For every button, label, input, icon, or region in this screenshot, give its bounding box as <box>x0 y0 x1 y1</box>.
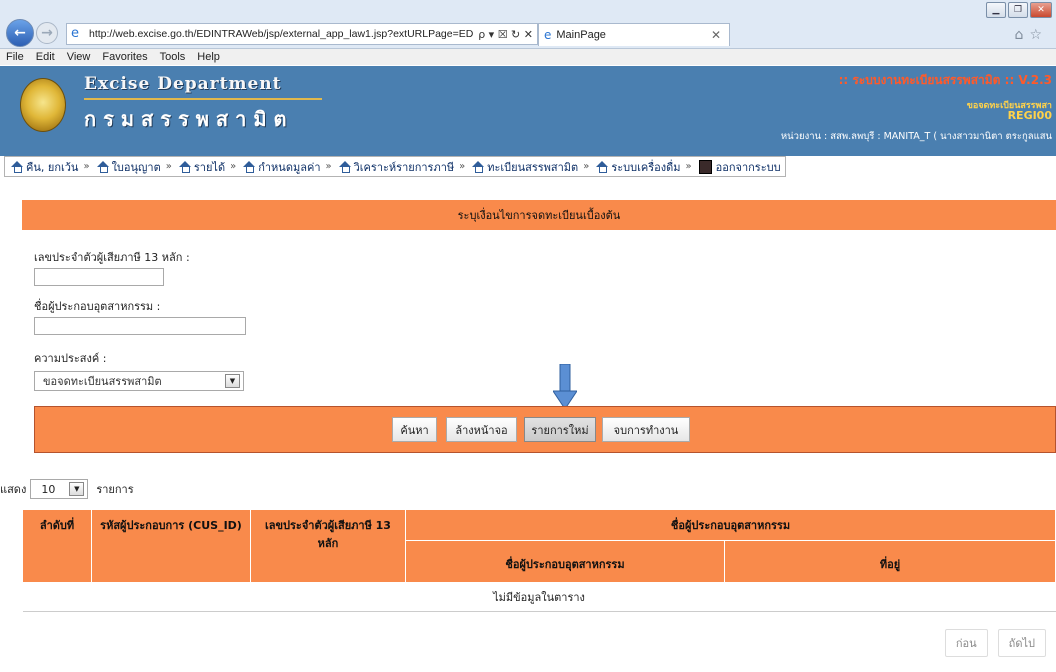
nav-label: ใบอนุญาต <box>111 160 161 174</box>
favorites-star-icon[interactable]: ☆ <box>1029 27 1048 43</box>
prev-page-button[interactable]: ก่อน <box>944 629 988 657</box>
home-icon[interactable]: ⌂ <box>1015 27 1030 43</box>
browser-tab[interactable]: e MainPage ✕ <box>538 23 730 46</box>
home-icon <box>96 160 109 173</box>
site-header: Excise Department กรมสรรพสามิต :: ระบบงา… <box>0 66 1056 156</box>
excise-seal-logo <box>20 78 66 132</box>
menu-view[interactable]: View <box>61 51 97 63</box>
operator-input[interactable] <box>34 317 246 335</box>
col-tax-id[interactable]: เลขประจำตัวผู้เสียภาษี 13 หลัก <box>250 509 406 583</box>
menu-help[interactable]: Help <box>191 51 226 63</box>
home-icon <box>338 160 351 173</box>
back-icon[interactable]: ← <box>6 19 34 47</box>
menu-favorites[interactable]: Favorites <box>96 51 153 63</box>
chevron-down-icon[interactable]: ▼ <box>69 482 85 496</box>
home-icon <box>178 160 191 173</box>
purpose-value: ขอจดทะเบียนสรรพสามิต <box>43 375 162 388</box>
nav-refund[interactable]: คืน, ยกเว้น <box>9 158 78 176</box>
ie-icon: e <box>71 26 79 41</box>
home-icon <box>596 160 609 173</box>
purpose-select[interactable]: ขอจดทะเบียนสรรพสามิต ▼ <box>34 371 244 391</box>
menu-tools[interactable]: Tools <box>154 51 192 63</box>
user-info: หน่วยงาน : สสพ.ลพบุรี : MANITA_T ( นางสา… <box>780 131 1052 142</box>
page-length-select[interactable]: 10 ▼ <box>30 479 89 499</box>
nav-label: ทะเบียนสรรพสามิต <box>487 160 579 174</box>
search-button[interactable]: ค้นหา <box>392 417 437 442</box>
col-operator-name[interactable]: ชื่อผู้ประกอบอุตสาหกรรม <box>405 539 725 584</box>
tab-title: MainPage <box>556 29 606 41</box>
nav-valuation[interactable]: กำหนดมูลค่า <box>241 158 321 176</box>
system-code: REGI00 <box>1007 109 1052 122</box>
home-icon <box>11 160 23 173</box>
nav-logout[interactable]: ออกจากระบบ <box>697 158 781 176</box>
nav-beverage[interactable]: ระบบเครื่องดื่ม <box>594 158 681 176</box>
col-seq[interactable]: ลำดับที่ <box>22 509 92 583</box>
col-operator-group: ชื่อผู้ประกอบอุตสาหกรรม <box>405 509 1056 541</box>
nav-tax-analysis[interactable]: วิเคราะห์รายการภาษี <box>337 158 455 176</box>
restore-icon[interactable]: ❐ <box>1008 2 1028 18</box>
arrow-down-icon <box>553 364 577 410</box>
brand-divider <box>84 98 322 100</box>
system-title: :: ระบบงานทะเบียนสรรพสามิต :: V.2.3 <box>838 73 1052 87</box>
close-window-icon[interactable]: ✕ <box>1030 2 1052 18</box>
purpose-label: ความประสงค์ : <box>34 352 107 365</box>
nav-registration[interactable]: ทะเบียนสรรพสามิต <box>470 158 578 176</box>
col-cus-id[interactable]: รหัสผู้ประกอบการ (CUS_ID) <box>91 509 251 583</box>
nav-label: วิเคราะห์รายการภาษี <box>353 160 455 174</box>
empty-table-message: ไม่มีข้อมูลในตาราง <box>22 582 1056 612</box>
clear-button[interactable]: ล้างหน้าจอ <box>446 417 517 442</box>
tax-id-label: เลขประจำตัวผู้เสียภาษี 13 หลัก : <box>34 251 190 264</box>
nav-label: ออกจากระบบ <box>715 160 781 174</box>
nav-separator: » <box>83 161 90 172</box>
chevron-down-icon[interactable]: ▼ <box>225 374 240 388</box>
home-icon <box>243 160 256 173</box>
nav-revenue[interactable]: รายได้ <box>177 158 225 176</box>
exit-icon <box>698 159 712 174</box>
nav-separator: » <box>459 161 466 172</box>
nav-label: ระบบเครื่องดื่ม <box>611 160 681 174</box>
nav-separator: » <box>325 161 332 172</box>
nav-separator: » <box>685 161 692 172</box>
nav-label: รายได้ <box>193 160 226 174</box>
menu-file[interactable]: File <box>0 51 30 63</box>
next-page-button[interactable]: ถัดไป <box>997 629 1046 657</box>
nav-label: กำหนดมูลค่า <box>258 160 321 174</box>
show-label: แสดง <box>0 483 27 496</box>
home-icon <box>472 160 485 173</box>
operator-label: ชื่อผู้ประกอบอุตสาหกรรม : <box>34 300 161 313</box>
nav-separator: » <box>583 161 590 172</box>
close-tab-icon[interactable]: ✕ <box>711 28 721 42</box>
ie-icon: e <box>544 28 552 42</box>
menu-edit[interactable]: Edit <box>30 51 61 63</box>
nav-separator: » <box>165 161 172 172</box>
col-address[interactable]: ที่อยู่ <box>724 539 1056 584</box>
page-length-value: 10 <box>41 482 56 496</box>
nav-separator: » <box>230 161 237 172</box>
show-suffix: รายการ <box>96 483 134 496</box>
nav-label: คืน, ยกเว้น <box>26 160 79 174</box>
browser-tool-icons: ⌂☆ <box>1015 27 1048 43</box>
menu-bar: File Edit View Favorites Tools Help <box>0 49 1056 65</box>
forward-icon[interactable]: → <box>36 22 58 44</box>
conditions-header: ระบุเงื่อนไขการจดทะเบียนเบื้องต้น <box>22 200 1056 230</box>
minimize-icon[interactable]: ▁ <box>986 2 1006 18</box>
tax-id-input[interactable] <box>34 268 164 286</box>
address-url[interactable]: http://web.excise.go.th/EDINTRAWeb/jsp/e… <box>89 28 474 40</box>
address-controls[interactable]: ρ ▾ ☒ ↻ ✕ <box>474 28 537 41</box>
address-bar[interactable]: e http://web.excise.go.th/EDINTRAWeb/jsp… <box>66 23 538 45</box>
results-table: ลำดับที่ รหัสผู้ประกอบการ (CUS_ID) เลขปร… <box>22 509 1056 612</box>
nav-license[interactable]: ใบอนุญาต <box>95 158 161 176</box>
window-controls: ▁ ❐ ✕ <box>986 2 1052 18</box>
finish-button[interactable]: จบการทำงาน <box>602 417 690 442</box>
new-item-button[interactable]: รายการใหม่ <box>524 417 596 442</box>
brand-english: Excise Department <box>84 74 282 94</box>
brand-thai: กรมสรรพสามิต <box>84 107 294 131</box>
main-nav: คืน, ยกเว้น » ใบอนุญาต » รายได้ » กำหนดมูลค… <box>4 156 786 177</box>
page-length-control: แสดง 10 ▼ รายการ <box>0 479 134 499</box>
pagination: ก่อน ถัดไป <box>944 629 1046 657</box>
